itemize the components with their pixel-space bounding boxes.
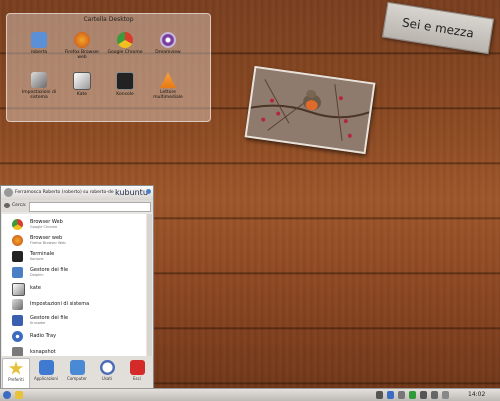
list-scrollbar[interactable] <box>147 214 152 364</box>
volume-icon[interactable] <box>431 391 438 399</box>
chrome-icon <box>117 32 133 48</box>
folder-icon <box>12 267 23 278</box>
photo-frame[interactable] <box>244 65 376 155</box>
folder-view: Cartella Desktop roberto Firefox Browser… <box>6 13 211 122</box>
kickoff-menu-icon[interactable] <box>3 391 11 399</box>
list-item[interactable]: Gestore dei file Krusader <box>2 312 146 328</box>
tray-icon-2[interactable] <box>387 391 394 399</box>
desktop-icon-dreamview[interactable]: Dreamview <box>148 32 188 55</box>
tray-icon-1[interactable] <box>376 391 383 399</box>
list-item[interactable]: Impostazioni di sistema <box>2 296 146 312</box>
list-item[interactable]: Terminale Konsole <box>2 248 146 264</box>
list-item[interactable]: Gestore dei file Dolphin <box>2 264 146 280</box>
sticky-note-text: Sei e mezza <box>401 15 475 41</box>
tab-favorites[interactable]: Preferiti <box>2 358 30 390</box>
robin-photo <box>246 68 374 152</box>
kate-icon <box>73 72 91 90</box>
desktop-icon-home[interactable]: roberto <box>19 32 59 55</box>
network-icon[interactable] <box>420 391 427 399</box>
list-item[interactable]: Browser Web Google Chrome <box>2 216 146 232</box>
desktop-icon-firefox[interactable]: Firefox Browser web <box>62 32 102 60</box>
settings-icon <box>31 72 47 88</box>
list-item[interactable]: Browser web Firefox Browser Web <box>2 232 146 248</box>
computer-icon <box>69 360 85 375</box>
list-item[interactable]: Radio Tray <box>2 328 146 344</box>
search-input[interactable] <box>29 202 151 212</box>
tab-applications[interactable]: Applicazioni <box>33 358 59 388</box>
favorites-list: Browser Web Google Chrome Browser web Fi… <box>2 214 146 364</box>
search-label: Cerca: <box>12 203 27 208</box>
kubuntu-logo: kubuntu <box>115 188 148 197</box>
star-icon <box>8 361 24 375</box>
desktop-icon-settings[interactable]: Impostazioni di sistema <box>19 72 59 100</box>
user-avatar-icon <box>4 188 13 197</box>
terminal-icon <box>116 72 134 90</box>
taskbar: 14:02 <box>0 388 500 401</box>
clock-icon <box>99 360 115 375</box>
vlc-icon <box>160 72 176 88</box>
tray-icon-4[interactable] <box>409 391 416 399</box>
launcher-tabs: Preferiti Applicazioni Computer Usati Es… <box>1 356 153 390</box>
launcher-user: Ferramosca Roberto (roberto) su roberto-… <box>15 190 114 195</box>
search-icon <box>4 203 10 208</box>
radio-icon <box>12 331 23 342</box>
folder-view-title: Cartella Desktop <box>83 16 134 23</box>
desktop-icon-kate[interactable]: Kate <box>62 72 102 97</box>
home-folder-icon <box>31 32 47 48</box>
firefox-icon <box>12 235 23 246</box>
desktop-icon-chrome[interactable]: Google Chrome <box>105 32 145 55</box>
tab-recent[interactable]: Usati <box>94 358 120 388</box>
clock[interactable]: 14:02 <box>468 391 485 398</box>
folder-launcher-icon[interactable] <box>15 391 23 399</box>
launcher-header: Ferramosca Roberto (roberto) su roberto-… <box>1 186 153 200</box>
list-item[interactable]: kate <box>2 280 146 296</box>
firefox-icon <box>74 32 90 48</box>
kate-icon <box>12 283 25 296</box>
application-launcher: Ferramosca Roberto (roberto) su roberto-… <box>0 185 154 390</box>
apps-icon <box>38 360 54 375</box>
eye-icon <box>160 32 176 48</box>
tray-icon-3[interactable] <box>398 391 405 399</box>
krusader-icon <box>12 315 23 326</box>
tab-leave[interactable]: Esci <box>124 358 150 388</box>
search-row: Cerca: <box>1 200 153 212</box>
kubuntu-logo-icon <box>146 189 151 194</box>
power-icon <box>129 360 145 375</box>
battery-icon[interactable] <box>442 391 449 399</box>
settings-icon <box>12 299 23 310</box>
desktop-icon-vlc[interactable]: Lettore multimediale <box>148 72 188 100</box>
tab-computer[interactable]: Computer <box>64 358 90 388</box>
terminal-icon <box>12 251 23 262</box>
chrome-icon <box>12 219 23 230</box>
desktop-icon-konsole[interactable]: Konsole <box>105 72 145 97</box>
sticky-note[interactable]: Sei e mezza <box>381 1 495 55</box>
